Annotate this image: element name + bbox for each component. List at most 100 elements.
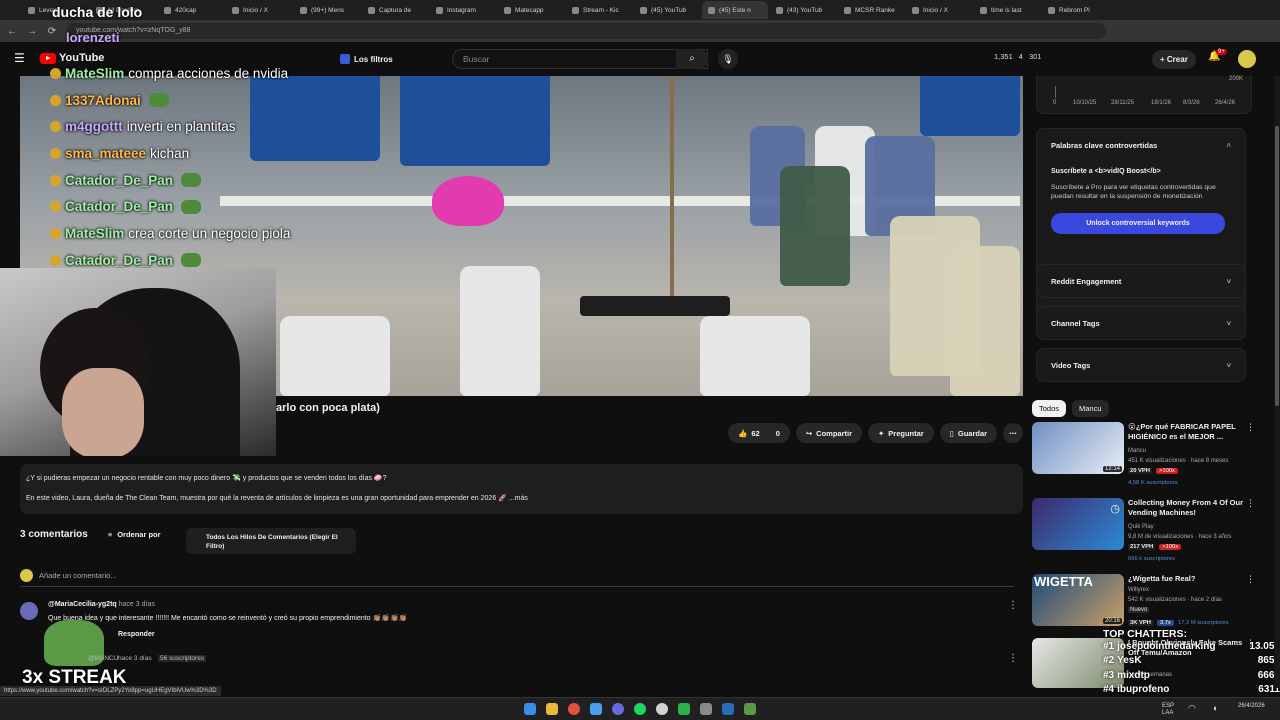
related-video[interactable]: WIGETTA 20:16 ¿Wigetta fue Real? Willyre… (1032, 574, 1257, 629)
chrome-icon[interactable] (568, 703, 580, 715)
kebab-icon[interactable]: ⋮ (1008, 600, 1018, 611)
reddit-engagement-section[interactable]: Reddit Engagement ˅ (1036, 264, 1246, 298)
tab-favicon-icon (572, 6, 579, 14)
spotify-icon[interactable] (634, 703, 646, 715)
reload-icon[interactable]: ⟳ (46, 26, 58, 37)
video-tags-section[interactable]: Video Tags ˅ (1036, 348, 1246, 382)
avatar[interactable] (1238, 50, 1256, 68)
add-comment-field[interactable]: Añade un comentario... (20, 569, 1014, 587)
tab-favicon-icon (300, 6, 307, 14)
comment-author[interactable]: @MariaCecilia-yg2tq (48, 601, 117, 608)
subscriber-count: 666 k suscriptores (1128, 556, 1176, 562)
save-button[interactable]: ▯ Guardar (939, 423, 998, 443)
channel-tags-section[interactable]: Channel Tags ˅ (1036, 306, 1246, 340)
scrollbar-thumb[interactable] (1275, 126, 1279, 406)
dislike-count[interactable]: 0 (776, 429, 780, 438)
related-title[interactable]: Collecting Money From 4 Of Our Vending M… (1128, 498, 1248, 518)
browser-tab[interactable]: Captura de (362, 1, 428, 19)
browser-tab[interactable]: 420cap (158, 1, 224, 19)
file-explorer-icon[interactable] (546, 703, 558, 715)
language-indicator[interactable]: ESP LAA (1162, 703, 1174, 716)
reply-button[interactable]: Responder (118, 631, 155, 638)
avatar[interactable] (20, 602, 38, 620)
browser-tab[interactable]: Inicio / X (906, 1, 972, 19)
tab-label: (45) YouTub (651, 6, 687, 14)
browser-tab[interactable]: (99+) Mens (294, 1, 360, 19)
related-video[interactable]: 12:14 😮¿Por qué FABRICAR PAPEL HIGIÉNICO… (1032, 422, 1257, 486)
video-thumbnail[interactable]: 12:14 (1032, 422, 1124, 474)
more-icon: ⋯ (1009, 428, 1017, 438)
start-icon[interactable] (524, 703, 536, 715)
chevron-down-icon: ˅ (1226, 319, 1231, 328)
search-icon[interactable]: ⌕ (676, 49, 708, 69)
menu-icon[interactable]: ☰ (14, 51, 25, 65)
browser-tab[interactable]: (43) YouTub (770, 1, 836, 19)
channel-name[interactable]: Mancu (1128, 447, 1146, 456)
url-field[interactable]: youtube.com/watch?v=zNqTOG_y88 (66, 23, 1106, 39)
browser-tab[interactable]: Stream - Kic (566, 1, 632, 19)
chatter-rank: #2 (1103, 655, 1115, 667)
kebab-icon[interactable]: ⋮ (1008, 653, 1018, 664)
comment-author[interactable]: @MANCU (88, 655, 118, 662)
clock[interactable]: 26/4/2026 (1238, 703, 1265, 710)
app-icon[interactable] (678, 703, 690, 715)
tab-mancu[interactable]: Mancu (1072, 400, 1109, 417)
unlock-keywords-button[interactable]: Unlock controversial keywords (1051, 213, 1225, 234)
browser-tab[interactable]: Inicio / X (226, 1, 292, 19)
like-button[interactable]: 👍 62 0 (728, 423, 790, 443)
ask-button[interactable]: ✦ Preguntar (868, 423, 934, 443)
browser-tab[interactable]: (45) Este n (702, 1, 768, 19)
back-icon[interactable]: ← (6, 26, 18, 37)
minecraft-icon[interactable] (744, 703, 756, 715)
browser-tab[interactable]: Instagram (430, 1, 496, 19)
discord-icon[interactable] (612, 703, 624, 715)
obs-icon[interactable] (656, 703, 668, 715)
kebab-icon[interactable]: ⋮ (1246, 574, 1255, 585)
thread-filter-dropdown[interactable]: Todos Los Hilos De Comentarios (Elegir E… (186, 528, 356, 554)
channel-name[interactable]: Quik Play (1128, 523, 1154, 532)
video-description[interactable]: ¿Y si pudieras empezar un negocio rentab… (20, 464, 1023, 514)
tab-label: Instagram (447, 6, 476, 14)
related-title[interactable]: ¿Wigetta fue Real? (1128, 574, 1248, 584)
related-video[interactable]: ◷ Collecting Money From 4 Of Our Vending… (1032, 498, 1257, 562)
related-title[interactable]: 😮¿Por qué FABRICAR PAPEL HIGIÉNICO es el… (1128, 422, 1248, 442)
clock-icon[interactable]: ◷ (1110, 502, 1120, 515)
kebab-icon[interactable]: ⋮ (1246, 498, 1255, 509)
browser-icon[interactable] (590, 703, 602, 715)
microphone-icon[interactable]: 🎙 (718, 49, 738, 69)
browser-tab[interactable]: MCSR Ranke (838, 1, 904, 19)
search-input[interactable]: Buscar (452, 49, 708, 69)
comment-text: Que buena idea y que interesante !!!!!!!… (48, 615, 408, 622)
keyboard-layout: LAA (1162, 709, 1174, 716)
streamer-face (62, 368, 144, 456)
browser-tab[interactable]: Rebrom Pl (1042, 1, 1108, 19)
video-thumbnail[interactable]: ◷ (1032, 498, 1124, 550)
tab-favicon-icon (640, 6, 647, 14)
create-button[interactable]: + Crear (1152, 50, 1196, 69)
more-button[interactable]: ⋯ (1003, 423, 1023, 443)
stats-chip[interactable]: 1,351 4 301 (994, 52, 1041, 61)
bookmark-icon: ▯ (949, 428, 954, 438)
video-views: 9,8 M de visualizaciones · hace 3 años (1128, 534, 1232, 540)
channel-name[interactable]: Willyrex (1128, 586, 1149, 595)
page-scrollbar[interactable] (1274, 76, 1280, 688)
kebab-icon[interactable]: ⋮ (1246, 422, 1255, 433)
top-chatter-name: #1 josepdointhedarking (1103, 640, 1215, 654)
app-icon[interactable] (700, 703, 712, 715)
volume-icon[interactable]: ◖ (1212, 703, 1217, 713)
forward-icon[interactable]: → (26, 26, 38, 37)
browser-tab[interactable]: (45) YouTub (634, 1, 700, 19)
comment-time: hace 3 días (118, 601, 155, 608)
section-label: Reddit Engagement (1051, 277, 1122, 286)
sort-button[interactable]: ≡ Ordenar por (108, 530, 161, 539)
browser-tab[interactable]: Matecapp (498, 1, 564, 19)
wifi-icon[interactable]: ◠ (1188, 703, 1196, 714)
share-button[interactable]: ↪ Compartir (795, 423, 862, 443)
video-thumbnail[interactable]: WIGETTA 20:16 (1032, 574, 1124, 626)
steam-icon[interactable] (722, 703, 734, 715)
funnel-shape (432, 176, 504, 226)
thumbnail-text: WIGETTA (1034, 574, 1093, 589)
chevron-up-icon[interactable]: ˄ (1226, 141, 1231, 150)
tab-all[interactable]: Todos (1032, 400, 1067, 417)
browser-tab[interactable]: time is last (974, 1, 1040, 19)
